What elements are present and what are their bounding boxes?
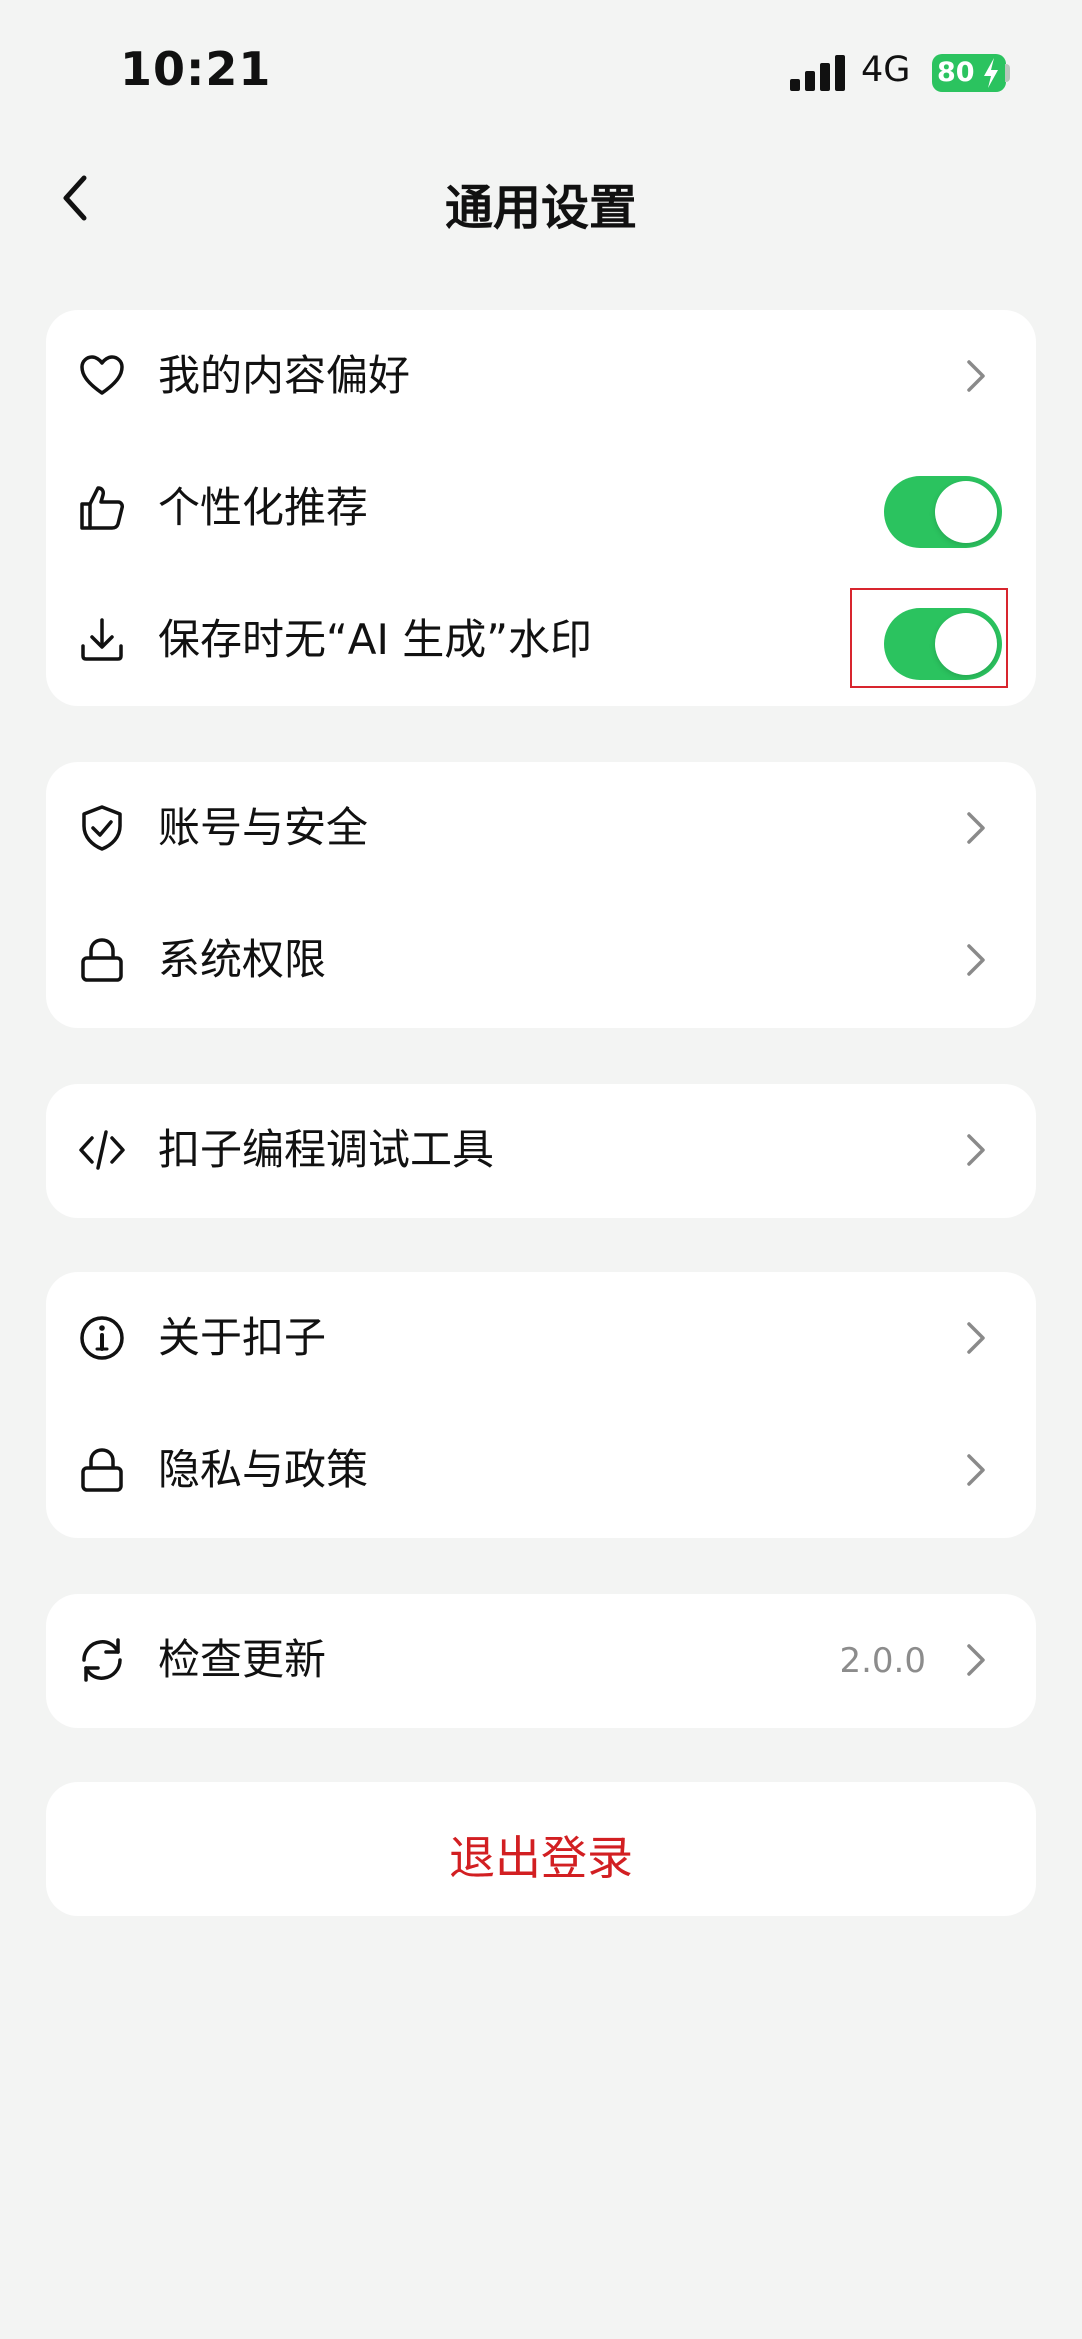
signal-icon (790, 55, 845, 91)
chevron-right-icon (967, 1322, 985, 1354)
row-about[interactable]: 关于扣子 (46, 1272, 1036, 1404)
chevron-right-icon (967, 1644, 985, 1676)
status-time: 10:21 (120, 42, 272, 96)
row-label: 账号与安全 (158, 803, 369, 852)
row-personalized-recommendation: 个性化推荐 (46, 442, 1036, 574)
page-title: 通用设置 (444, 180, 637, 236)
lock-icon (81, 938, 123, 982)
highlight-box (850, 588, 1008, 688)
row-label: 隐私与政策 (158, 1445, 369, 1494)
row-label: 关于扣子 (158, 1313, 327, 1362)
chevron-right-icon (967, 360, 985, 392)
row-label: 系统权限 (158, 935, 327, 984)
row-content-preferences[interactable]: 我的内容偏好 (46, 310, 1036, 442)
battery-cap (1005, 64, 1010, 82)
chevron-right-icon (967, 1134, 985, 1166)
row-label: 检查更新 (158, 1635, 327, 1684)
row-system-permissions[interactable]: 系统权限 (46, 894, 1036, 1026)
chevron-right-icon (967, 1454, 985, 1486)
info-icon (80, 1316, 124, 1360)
row-label: 个性化推荐 (158, 483, 369, 532)
thumbs-up-icon (80, 486, 124, 530)
lock-icon (81, 1448, 123, 1492)
personalized-recommendation-toggle[interactable] (884, 476, 1002, 548)
download-icon (81, 618, 123, 661)
status-bar: 10:21 4G 80 (0, 0, 1082, 140)
chevron-right-icon (967, 944, 985, 976)
logout-label: 退出登录 (449, 1831, 633, 1885)
row-debug-tools[interactable]: 扣子编程调试工具 (46, 1084, 1036, 1216)
row-label: 我的内容偏好 (158, 351, 411, 400)
settings-group-account: 账号与安全 系统权限 (46, 762, 1036, 1028)
chevron-right-icon (967, 812, 985, 844)
refresh-icon (82, 1638, 122, 1682)
heart-icon (80, 355, 124, 395)
code-icon (79, 1130, 125, 1170)
network-type: 4G (861, 50, 911, 90)
row-label: 保存时无“AI 生成”水印 (158, 615, 592, 664)
row-privacy-policy[interactable]: 隐私与政策 (46, 1404, 1036, 1536)
settings-group-update: 检查更新 2.0.0 (46, 1594, 1036, 1728)
row-account-security[interactable]: 账号与安全 (46, 762, 1036, 894)
shield-check-icon (82, 805, 122, 851)
toggle-knob (935, 481, 997, 543)
row-check-update[interactable]: 检查更新 2.0.0 (46, 1594, 1036, 1726)
settings-group-about: 关于扣子 隐私与政策 (46, 1272, 1036, 1538)
settings-group-dev-tools: 扣子编程调试工具 (46, 1084, 1036, 1218)
version-value: 2.0.0 (839, 1641, 926, 1681)
charging-bolt-icon (984, 58, 998, 88)
logout-button[interactable]: 退出登录 (46, 1782, 1036, 1916)
row-label: 扣子编程调试工具 (158, 1125, 495, 1174)
nav-bar: 通用设置 (0, 150, 1082, 250)
